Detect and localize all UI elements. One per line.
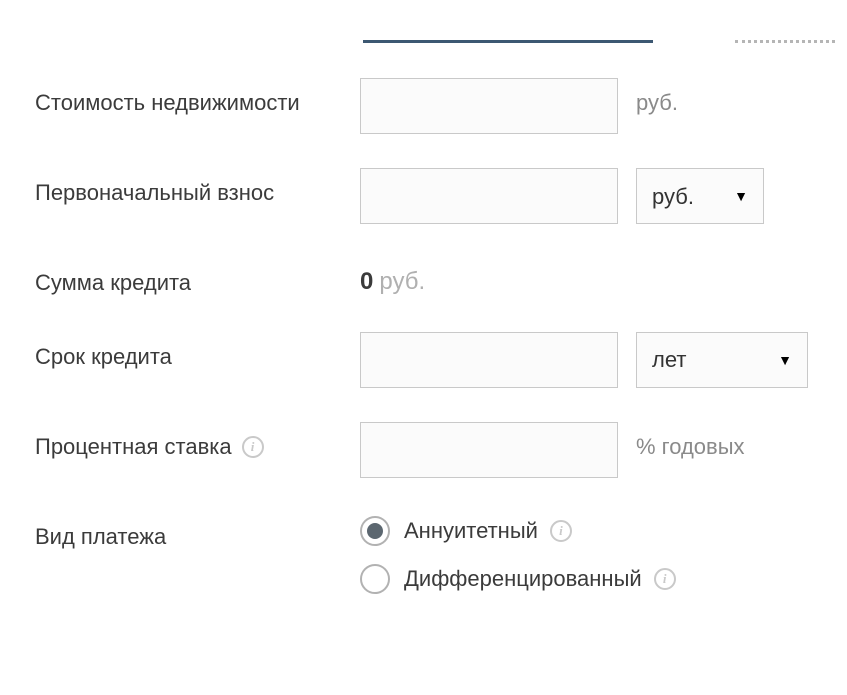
unit-interest-rate: % годовых (636, 422, 745, 460)
input-down-payment[interactable] (360, 168, 618, 224)
radio-button-differentiated[interactable] (360, 564, 390, 594)
radio-label-annuity-text: Аннуитетный (404, 518, 538, 544)
label-loan-term: Срок кредита (35, 332, 360, 372)
label-payment-type: Вид платежа (35, 512, 360, 552)
label-property-cost: Стоимость недвижимости (35, 78, 360, 118)
radio-item-annuity[interactable]: Аннуитетный i (360, 516, 676, 546)
loan-amount-number: 0 (360, 268, 373, 295)
radio-button-annuity[interactable] (360, 516, 390, 546)
value-loan-amount: 0руб. (360, 258, 425, 296)
row-interest-rate: Процентная ставка i % годовых (35, 422, 817, 478)
info-icon[interactable]: i (550, 520, 572, 542)
label-interest-rate-text: Процентная ставка (35, 432, 232, 462)
row-loan-term: Срок кредита лет ▼ (35, 332, 817, 388)
row-property-cost: Стоимость недвижимости руб. (35, 78, 817, 134)
active-tab-underline (363, 40, 653, 43)
inactive-tab-dashes (735, 40, 835, 43)
row-payment-type: Вид платежа Аннуитетный i Дифференцирова… (35, 512, 817, 594)
row-down-payment: Первоначальный взнос руб. ▼ (35, 168, 817, 224)
label-interest-rate: Процентная ставка i (35, 422, 360, 462)
info-icon[interactable]: i (654, 568, 676, 590)
loan-amount-unit: руб. (379, 268, 425, 295)
info-icon[interactable]: i (242, 436, 264, 458)
select-down-payment-unit[interactable]: руб. (636, 168, 764, 224)
radio-label-differentiated-text: Дифференцированный (404, 566, 642, 592)
unit-property-cost: руб. (636, 78, 678, 116)
label-loan-amount: Сумма кредита (35, 258, 360, 298)
radio-selected-dot (367, 523, 383, 539)
label-down-payment: Первоначальный взнос (35, 168, 360, 208)
input-interest-rate[interactable] (360, 422, 618, 478)
radio-item-differentiated[interactable]: Дифференцированный i (360, 564, 676, 594)
radio-label-differentiated: Дифференцированный i (404, 566, 676, 592)
radio-group-payment-type: Аннуитетный i Дифференцированный i (360, 512, 676, 594)
radio-label-annuity: Аннуитетный i (404, 518, 572, 544)
row-loan-amount: Сумма кредита 0руб. (35, 258, 817, 298)
input-property-cost[interactable] (360, 78, 618, 134)
input-loan-term[interactable] (360, 332, 618, 388)
select-term-unit[interactable]: лет (636, 332, 808, 388)
